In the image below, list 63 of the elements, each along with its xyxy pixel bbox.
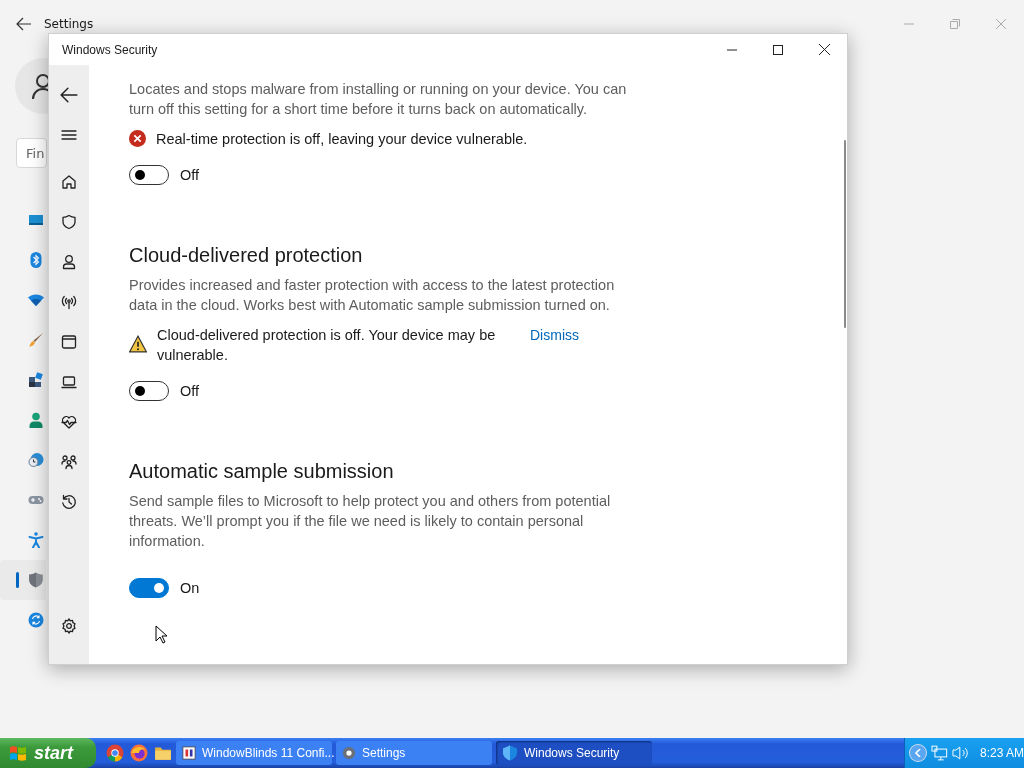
sidebar-item[interactable] [0,560,46,600]
menu-icon[interactable] [61,127,77,143]
sync-icon[interactable] [28,612,44,628]
alert-text: Real-time protection is off, leaving your device vulnerable. [156,130,528,149]
back-icon[interactable] [16,17,32,31]
scrollbar[interactable] [844,140,846,328]
apps-icon[interactable] [28,372,44,388]
toggle-switch[interactable] [129,165,169,185]
bluetooth-icon[interactable] [28,252,44,268]
toggle-switch[interactable] [129,578,169,598]
cursor-icon [155,625,169,645]
section-heading: Cloud-delivered protection [129,243,364,268]
section-description: Locates and stops malware from installing or running on your device. You can turn off this setting for a short time before it turns back on automatically. [129,80,628,119]
error-icon [129,130,146,147]
brush-icon[interactable] [28,332,44,348]
monitor-icon[interactable] [28,212,44,228]
home-icon[interactable] [61,174,77,190]
toggle-switch[interactable] [129,381,169,401]
folder-icon[interactable] [154,744,172,762]
history-icon[interactable] [61,494,77,510]
accessibility-icon[interactable] [28,532,44,548]
gear-icon [342,746,356,760]
laptop-icon[interactable] [61,374,77,390]
network-icon[interactable] [930,745,949,761]
shield-icon[interactable] [61,214,77,230]
alert-text: Cloud-delivered protection is off. Your device may be vulnerable. [157,326,497,365]
settings-icon[interactable] [61,618,77,634]
toggle-label: On [180,580,200,596]
chevron-icon [913,749,922,757]
globe-icon[interactable] [130,744,148,762]
flag-icon [8,744,28,762]
back-icon[interactable] [60,86,78,104]
close-icon [996,19,1006,29]
antenna-icon[interactable] [61,294,77,310]
section-description: Send sample files to Microsoft to help protect you and others from potential threats. We’ll prompt you if the file we need is likely to contain personal information. [129,492,612,551]
heartbeat-icon[interactable] [61,414,77,430]
toggle-label: Off [180,167,200,183]
taskbar-button[interactable]: Settings [336,741,492,765]
volume-icon[interactable] [952,745,970,761]
maximize-icon [773,44,783,55]
dismiss-link[interactable]: Dismiss [530,325,579,345]
clock[interactable]: 8:23 AM [979,746,1024,760]
start-button[interactable]: start [0,738,96,768]
window-icon[interactable] [61,334,77,350]
chevron-button[interactable] [909,744,927,762]
section-description: Provides increased and faster protection with access to the latest protection data in the cloud. Works best with Automatic sample submission turned on. [129,276,616,315]
taskbar-button[interactable]: Windows Security [496,741,652,765]
taskbar-button[interactable]: WindowBlinds 11 Confi... [176,741,332,765]
toggle-label: Off [180,383,200,399]
restore-icon [950,19,960,29]
close-icon [818,44,830,55]
app-icon [182,746,196,760]
section-heading: Automatic sample submission [129,459,395,484]
browser-icon[interactable] [106,744,124,762]
family-icon[interactable] [61,454,77,470]
window-title: Settings [44,17,94,31]
window-title: Windows Security [62,42,158,57]
search-field[interactable]: Fin [16,138,47,168]
wifi-icon[interactable] [28,292,44,308]
shield-icon [502,745,518,761]
person-icon[interactable] [61,254,77,270]
globe-clock-icon[interactable] [28,452,44,468]
warning-icon [129,335,147,353]
